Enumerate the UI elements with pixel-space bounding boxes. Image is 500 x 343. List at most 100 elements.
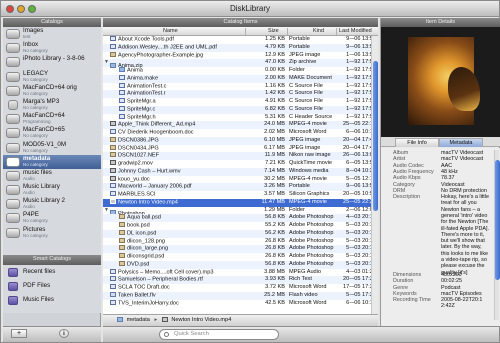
catalog-list[interactable]: Images test Inbox No category iPhoto Library…: [3, 27, 101, 255]
catalog-item[interactable]: P4PE No category: [3, 211, 101, 225]
column-header-kind[interactable]: Kind: [313, 27, 324, 36]
quick-search-field[interactable]: Quick Search: [159, 329, 279, 340]
items-scrollbar-thumb[interactable]: [373, 61, 378, 211]
table-row[interactable]: DSCN1027.NEF 11.9 MB Nikon raw image 26-–06…: [103, 152, 378, 160]
catalog-item[interactable]: Images test: [3, 27, 101, 41]
size-cell: 5.31 KB: [265, 113, 285, 120]
kind-cell: C Source File: [289, 105, 323, 112]
table-row[interactable]: ▼Photoshop 1.29 MB Folder 2-–06 12:02: [103, 207, 378, 217]
catalog-item[interactable]: MacFanCD+64 orig No category: [3, 84, 101, 98]
disclosure-triangle-icon[interactable]: ▼: [103, 59, 110, 67]
title-bar[interactable]: DiskLibrary: [1, 1, 499, 17]
disclosure-triangle-icon[interactable]: ▼: [103, 207, 110, 215]
table-row[interactable]: SpriteMgr.a 4.91 KB C Source File 1-–92 17:…: [103, 98, 378, 106]
table-row[interactable]: SCLA TOC Draft.doc 3.72 KB Microsoft Word 1…: [103, 284, 378, 292]
catalog-item[interactable]: Music Library Audio: [3, 183, 101, 197]
table-row[interactable]: SpriteMgr.h 5.31 KB C Header Source 1-–92 1…: [103, 113, 378, 122]
table-row[interactable]: DSCN0434.JPG 6.17 MB JPEG image 20-–04 17:4…: [103, 144, 378, 153]
catalog-item[interactable]: Inbox No category: [3, 41, 101, 55]
size-cell: 6.17 MB: [264, 144, 285, 151]
catalog-name: MacFanCD+64: [23, 112, 65, 120]
table-row[interactable]: Anima 0.00 KB Folder 1-–92 17:54: [103, 67, 378, 75]
column-header-last-modified[interactable]: Last Modified: [339, 27, 372, 36]
table-row[interactable]: Samuelson – Peripheral Bodies.rtf 3.93 KB…: [103, 276, 378, 284]
minimize-button[interactable]: [17, 5, 25, 13]
table-row[interactable]: SpriteMgr.c 6.82 KB C Source File 1-–92 17:…: [103, 105, 378, 114]
table-row[interactable]: AnimationTest.c 1.16 KB C Source File 1-–92…: [103, 82, 378, 91]
table-row[interactable]: gradwip2.mov 7.21 KB QuickTime movie 6-–05 …: [103, 160, 378, 168]
catalog-item[interactable]: Marga's MP3 No category: [3, 98, 101, 112]
smart-catalog-list[interactable]: Recent files PDF Files Music Files: [3, 265, 101, 313]
table-row[interactable]: Macworld – January 2006.pdf 3.26 MB Portab…: [103, 183, 378, 191]
document-file-icon: [119, 98, 125, 103]
size-cell: 25.2 MB: [264, 291, 285, 298]
catalog-category: Programming: [23, 119, 51, 125]
catalog-item[interactable]: MacFanCD+64 Programming: [3, 112, 101, 126]
search-icon: [164, 332, 169, 337]
path-root[interactable]: metadata: [127, 317, 150, 323]
tab-file-info[interactable]: File Info: [395, 138, 439, 147]
items-scrollbar[interactable]: [371, 36, 378, 314]
smart-catalog-item[interactable]: PDF Files: [3, 279, 101, 293]
table-row[interactable]: dliconsgrid.psd 26.8 KB Adobe Photoshop 5-–…: [103, 253, 378, 261]
file-name: book.psd: [127, 222, 150, 229]
add-catalog-button[interactable]: +: [11, 329, 27, 338]
table-row[interactable]: Apple_Think Different_ Ad.mp4 24.0 MB MPEG…: [103, 121, 378, 129]
column-header-name[interactable]: Name: [163, 27, 178, 36]
path-file[interactable]: Newton Intro Video.mp4: [171, 317, 231, 323]
column-header-size[interactable]: Size: [268, 27, 279, 36]
video-preview[interactable]: [381, 27, 500, 137]
catalog-items-table[interactable]: About Xcode Tools.pdf 1.25 KB Portable 9-–0…: [103, 36, 378, 314]
info-button[interactable]: i: [59, 329, 69, 338]
image-file-icon: [119, 253, 125, 258]
table-row[interactable]: Newton Intro Video.mp4 11.47 MB MPEG-4 mov…: [103, 198, 378, 207]
catalog-category: No category: [23, 147, 48, 153]
file-name: gradwip2.mov: [118, 160, 153, 167]
table-row[interactable]: DL icon.psd 56.2 KB Adobe Photoshop 5-–03 2…: [103, 229, 378, 238]
cd-icon: [6, 85, 20, 96]
table-row[interactable]: AnimationTest.r 1.42 KB C Source File 1-–92…: [103, 90, 378, 98]
catalog-item[interactable]: LEGACY No category: [3, 70, 101, 84]
smart-catalog-item[interactable]: Music Files: [3, 293, 101, 307]
table-row[interactable]: dlicon_128.png 26.8 KB Adobe Photoshop 5-–0…: [103, 237, 378, 246]
details-tabs: File Info Metadata: [381, 137, 500, 147]
table-row[interactable]: book.psd 55.2 KB Adobe Photoshop 5-–03 20:1…: [103, 222, 378, 230]
file-name: AgencyPhotographer-Example.jpg: [118, 52, 204, 58]
kind-cell: Portable: [289, 36, 310, 42]
zoom-button[interactable]: [28, 5, 36, 13]
kind-cell: Portable: [289, 43, 310, 50]
table-row[interactable]: ▼Anima.zip 47.0 KB Zip archive 1-–92 17:54: [103, 59, 378, 69]
table-row[interactable]: MARBLES.SCI 3.57 MB Silicon Graphics 20-–05…: [103, 191, 378, 199]
document-file-icon: [110, 129, 116, 134]
table-row[interactable]: dlicon_large.png 26.8 KB Adobe Photoshop 5-…: [103, 245, 378, 253]
tab-metadata[interactable]: Metadata: [439, 138, 483, 147]
table-row[interactable]: Aqua ball.psd 56.8 KB Adobe Photoshop 4-–03…: [103, 214, 378, 222]
kind-cell: Adobe Photoshop: [289, 253, 334, 259]
close-button[interactable]: [6, 5, 14, 13]
catalog-item[interactable]: music files Audio: [3, 169, 101, 183]
kind-cell: Microsoft Word: [289, 129, 327, 135]
smart-catalog-item[interactable]: Recent files: [3, 265, 101, 279]
table-row[interactable]: TVS_InterimJoHarry.doc 42.5 KB Microsoft W…: [103, 299, 378, 308]
catalog-item[interactable]: MacFanCD+65 No category: [3, 126, 101, 140]
catalog-item[interactable]: Pictures No category: [3, 226, 101, 240]
table-row[interactable]: Taken Ballet.flv 25.2 MB Flash video 5-–05 …: [103, 291, 378, 300]
table-row[interactable]: Anima.make 2.00 KB MAKE Document 1-–92 17:5…: [103, 74, 378, 83]
table-row[interactable]: Addison.Wesley....th J2EE and UML.pdf 4.7…: [103, 43, 378, 52]
folder-icon: [6, 43, 20, 54]
catalog-item[interactable]: iPhoto Library - 3-8-06: [3, 55, 101, 69]
table-row[interactable]: Polysics – Memo....oft Cell cover).mp3 3.…: [103, 268, 378, 277]
table-row[interactable]: About Xcode Tools.pdf 1.25 KB Portable 9-–0…: [103, 36, 378, 44]
catalog-category: No category: [23, 90, 48, 96]
table-row[interactable]: CV Diederik Hoogenboom.doc 2.02 MB Microso…: [103, 129, 378, 137]
path-bar: metadata ▸ Newton Intro Video.mp4: [103, 314, 378, 326]
catalog-item[interactable]: metadata No category: [3, 154, 101, 169]
table-row[interactable]: Johnny Cash – Hurt.wmv 7.14 MB Windows med…: [103, 167, 378, 176]
table-row[interactable]: DSCN0386.JPG 6.10 MB JPEG image 20-–04 17:4…: [103, 136, 378, 145]
table-row[interactable]: kouo_yu.doc 30.2 MB MPEG-4 movie 5-–05 12:1…: [103, 175, 378, 184]
catalog-item[interactable]: Music Library 2 Audio: [3, 197, 101, 211]
table-row[interactable]: AgencyPhotographer-Example.jpg 12.9 KB JPE…: [103, 51, 378, 60]
table-row[interactable]: DVD.psd 56.8 KB Adobe Photoshop 5-–03 20:16: [103, 260, 378, 269]
catalog-name: metadata: [23, 154, 51, 162]
catalog-item[interactable]: MOD05-V1_0M No category: [3, 141, 101, 155]
